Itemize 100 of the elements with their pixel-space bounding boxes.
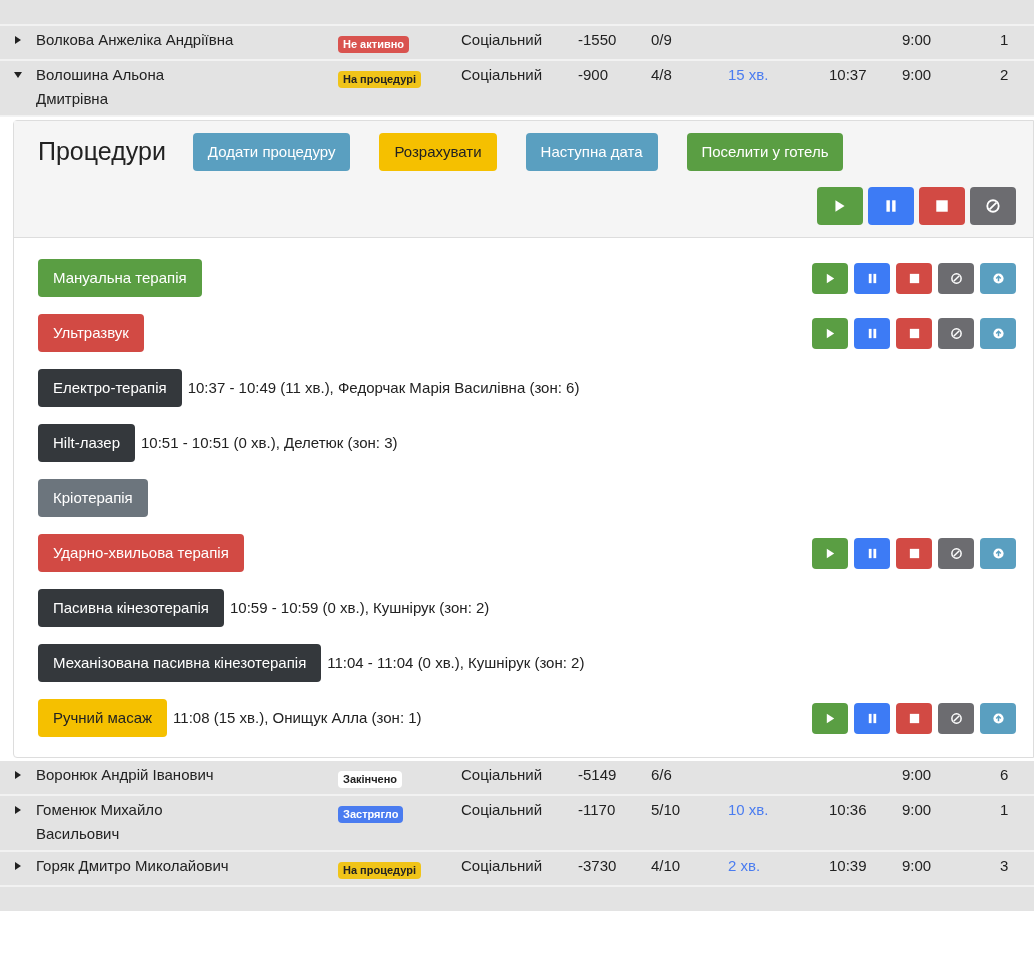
patient-name: Волошина Альона Дмитрівна: [36, 65, 166, 109]
count-cell-text: 1: [1000, 30, 1010, 50]
stop-button[interactable]: [919, 187, 965, 225]
upload-icon: [991, 326, 1005, 340]
patient-name: Волкова Анжеліка Андріївна: [36, 30, 235, 50]
stop-button[interactable]: [896, 262, 932, 294]
type-cell-text: Соціальний: [461, 856, 544, 876]
status-badge: На процедурі: [338, 862, 421, 879]
procedure-button[interactable]: Механізована пасивна кінезотерапія: [38, 644, 322, 682]
stop-button[interactable]: [896, 317, 932, 349]
cancel-button[interactable]: [938, 702, 974, 734]
count-cell-text: 2: [1000, 65, 1010, 85]
upload-button[interactable]: [980, 317, 1016, 349]
cancel-button[interactable]: [938, 262, 974, 294]
caret-right-icon[interactable]: [14, 771, 22, 779]
cancel-icon: [949, 546, 963, 560]
balance-cell-text: -3730: [578, 856, 618, 876]
sessions-cell-text: 4/8: [651, 65, 673, 85]
cancel-button[interactable]: [938, 537, 974, 569]
balance-cell-text: -1170: [578, 800, 617, 820]
type-cell-text: Соціальний: [461, 765, 544, 785]
play-button[interactable]: [812, 537, 848, 569]
stop-button[interactable]: [896, 537, 932, 569]
pause-button[interactable]: [854, 537, 890, 569]
play-button[interactable]: [812, 702, 848, 734]
time-cell-text: 9:00: [902, 800, 933, 820]
stop-button[interactable]: [896, 702, 932, 734]
procedure-details: 11:04 - 11:04 (0 хв.), Кушнірук (зон: 2): [327, 652, 585, 673]
patient-row[interactable]: Гоменюк Михайло Васильович Застрягло Соціальний -1170 5/10 10 хв. 10:36 9:00 1: [0, 796, 1034, 852]
cancel-icon: [985, 198, 1001, 214]
balance-cell-text: -5149: [578, 765, 618, 785]
patient-row[interactable]: Горяк Дмитро Миколайович На процедурі Соціальний -3730 4/10 2 хв. 10:39 9:00 3: [0, 852, 1034, 887]
balance-cell-text: -1550: [578, 30, 618, 50]
status-badge: Застрягло: [338, 806, 404, 823]
procedure-details: 10:51 - 10:51 (0 хв.), Делетюк (зон: 3): [141, 432, 398, 453]
cancel-icon: [949, 711, 963, 725]
stop-icon: [907, 271, 921, 285]
upload-button[interactable]: [980, 702, 1016, 734]
cancel-button[interactable]: [970, 187, 1016, 225]
type-cell-text: Соціальний: [461, 30, 544, 50]
procedure-button[interactable]: Пасивна кінезотерапія: [38, 589, 224, 627]
cancel-icon: [949, 326, 963, 340]
procedure-button[interactable]: Електро-терапія: [38, 369, 182, 407]
procedure-details: 10:59 - 10:59 (0 хв.), Кушнірук (зон: 2): [230, 597, 490, 618]
cancel-button[interactable]: [938, 317, 974, 349]
sessions-cell-text: 6/6: [651, 765, 673, 785]
patient-name: Воронюк Андрій Іванович: [36, 765, 215, 785]
balance-cell-text: -900: [578, 65, 610, 85]
count-cell-text: 6: [1000, 765, 1010, 785]
upload-icon: [991, 546, 1005, 560]
upload-button[interactable]: [980, 262, 1016, 294]
patient-name: Горяк Дмитро Миколайович: [36, 856, 230, 876]
procedure-button[interactable]: Hilt-лазер: [38, 424, 135, 462]
upload-icon: [991, 271, 1005, 285]
procedure-button[interactable]: Ручний масаж: [38, 699, 168, 737]
start-time: 10:39: [829, 857, 867, 874]
status-badge: На процедурі: [338, 71, 421, 88]
procedure-button[interactable]: Кріотерапія: [38, 479, 148, 517]
time-cell-text: 9:00: [902, 30, 933, 50]
play-button[interactable]: [812, 262, 848, 294]
cancel-icon: [949, 271, 963, 285]
time-cell-text: 9:00: [902, 856, 933, 876]
start-time: 10:36: [829, 801, 867, 818]
panel-title: Процедури: [38, 136, 166, 168]
stop-icon: [907, 711, 921, 725]
patient-row[interactable]: Волошина Альона Дмитрівна На процедурі Соціальний -900 4/8 15 хв. 10:37 9:00 2: [0, 61, 1034, 117]
time-cell-text: 9:00: [902, 765, 933, 785]
stop-icon: [907, 326, 921, 340]
play-button[interactable]: [817, 187, 863, 225]
patient-row[interactable]: Воронюк Андрій Іванович Закінчено Соціальний -5149 6/6 9:00 6: [0, 761, 1034, 796]
caret-down-icon[interactable]: [14, 71, 22, 79]
caret-right-icon[interactable]: [14, 862, 22, 870]
sessions-cell-text: 0/9: [651, 30, 673, 50]
pause-button[interactable]: [854, 317, 890, 349]
sessions-cell-text: 5/10: [651, 800, 682, 820]
upload-icon: [991, 711, 1005, 725]
count-cell-text: 3: [1000, 856, 1010, 876]
patient-name: Гоменюк Михайло Васильович: [36, 800, 164, 844]
procedure-button[interactable]: Ударно-хвильова терапія: [38, 534, 244, 572]
pause-button[interactable]: [868, 187, 914, 225]
pause-icon: [883, 198, 899, 214]
pause-button[interactable]: [854, 702, 890, 734]
time-cell-text: 9:00: [902, 65, 933, 85]
type-cell-text: Соціальний: [461, 65, 544, 85]
pause-button[interactable]: [854, 262, 890, 294]
procedure-button[interactable]: Ультразвук: [38, 314, 144, 352]
caret-right-icon[interactable]: [14, 806, 22, 814]
status-badge: Не активно: [338, 36, 409, 53]
type-cell-text: Соціальний: [461, 800, 544, 820]
play-button[interactable]: [812, 317, 848, 349]
patient-row[interactable]: Волкова Анжеліка Андріївна Не активно Соціальний -1550 0/9 9:00 1: [0, 26, 1034, 61]
action-button[interactable]: Розрахувати: [379, 133, 497, 171]
upload-button[interactable]: [980, 537, 1016, 569]
procedure-details: 10:37 - 10:49 (11 хв.), Федорчак Марія Василівна (зон: 6): [187, 377, 580, 398]
procedure-details: 11:08 (15 хв.), Онищук Алла (зон: 1): [173, 707, 422, 728]
start-time: 10:37: [829, 66, 867, 83]
count-cell-text: 1: [1000, 800, 1010, 820]
stop-icon: [907, 546, 921, 560]
caret-right-icon[interactable]: [14, 36, 22, 44]
status-badge: Закінчено: [338, 771, 403, 788]
